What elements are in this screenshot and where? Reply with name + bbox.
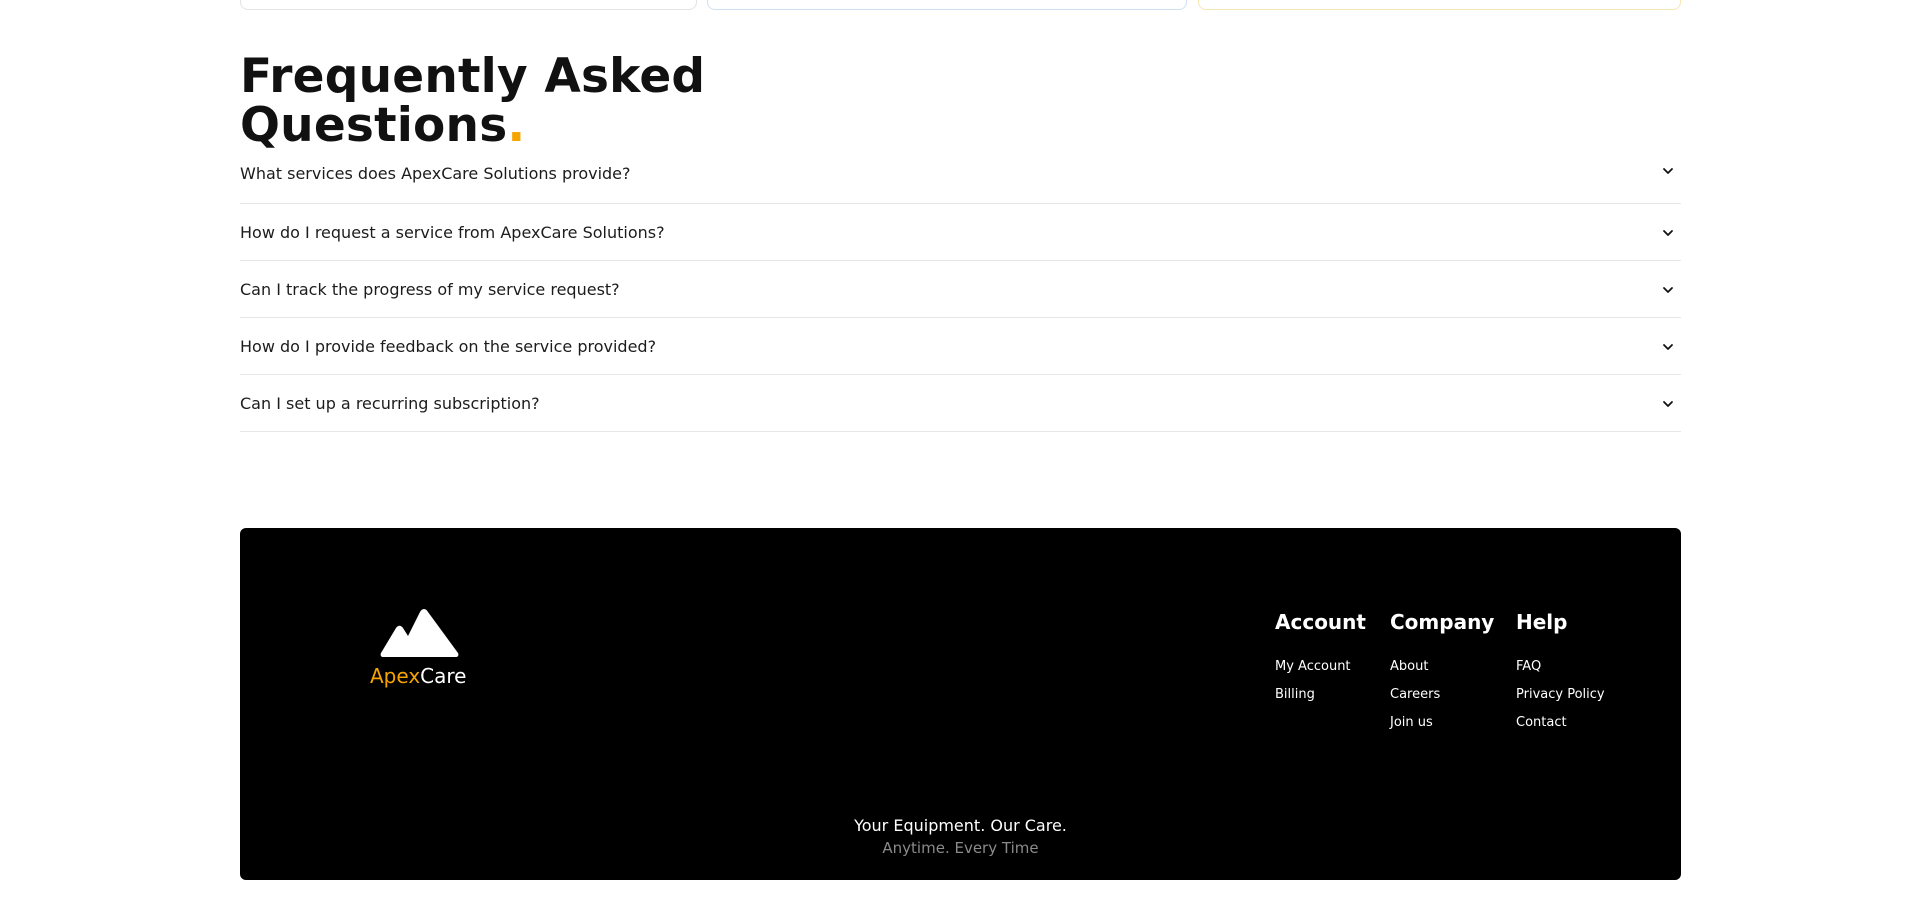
faq-accordion: What services does ApexCare Solutions pr… [240, 147, 1681, 432]
chevron-down-icon [1661, 340, 1675, 354]
chevron-down-icon [1661, 226, 1675, 240]
footer-link-privacy-policy[interactable]: Privacy Policy [1516, 681, 1605, 709]
chevron-down-icon [1661, 283, 1675, 297]
service-card[interactable] [1198, 0, 1681, 10]
tagline-main: Your Equipment. Our Care. [854, 816, 1067, 835]
footer-link-careers[interactable]: Careers [1390, 681, 1494, 709]
faq-heading-dot: . [507, 98, 526, 153]
chevron-down-icon [1661, 397, 1675, 411]
faq-question: Can I track the progress of my service r… [240, 280, 620, 299]
footer-column-help: Help FAQ Privacy Policy Contact [1516, 610, 1605, 737]
mountain-logo-icon [380, 609, 459, 657]
service-card[interactable] [707, 0, 1187, 10]
logo-apex-text: Apex [370, 664, 421, 688]
site-footer: ApexCare Account My Account Billing Comp… [240, 528, 1681, 880]
faq-question: What services does ApexCare Solutions pr… [240, 164, 631, 183]
footer-column-title: Account [1275, 610, 1366, 634]
logo-wordmark: ApexCare [370, 664, 466, 688]
faq-item[interactable]: Can I set up a recurring subscription? [240, 375, 1681, 432]
footer-link-about[interactable]: About [1390, 653, 1494, 681]
tagline-sub: Anytime. Every Time [882, 839, 1039, 857]
logo-care-text: Care [420, 664, 467, 688]
footer-column-company: Company About Careers Join us [1390, 610, 1494, 737]
footer-column-title: Help [1516, 610, 1568, 634]
footer-link-faq[interactable]: FAQ [1516, 653, 1605, 681]
faq-question: Can I set up a recurring subscription? [240, 394, 540, 413]
faq-question: How do I provide feedback on the service… [240, 337, 657, 356]
faq-item[interactable]: What services does ApexCare Solutions pr… [240, 147, 1681, 204]
faq-heading-line2: Questions [240, 98, 508, 153]
faq-heading: Frequently Asked Questions. [240, 52, 940, 150]
faq-question: How do I request a service from ApexCare… [240, 223, 665, 242]
faq-item[interactable]: How do I provide feedback on the service… [240, 318, 1681, 375]
footer-logo[interactable]: ApexCare [370, 606, 470, 696]
service-cards-row [240, 0, 1681, 11]
faq-heading-line1: Frequently Asked [240, 49, 706, 104]
footer-tagline: Your Equipment. Our Care. Anytime. Every… [240, 814, 1681, 860]
footer-link-join-us[interactable]: Join us [1390, 709, 1494, 737]
faq-item[interactable]: How do I request a service from ApexCare… [240, 204, 1681, 261]
chevron-down-icon [1661, 164, 1675, 178]
footer-column-title: Company [1390, 610, 1495, 634]
footer-link-contact[interactable]: Contact [1516, 709, 1605, 737]
footer-column-account: Account My Account Billing [1275, 610, 1366, 709]
faq-item[interactable]: Can I track the progress of my service r… [240, 261, 1681, 318]
footer-link-my-account[interactable]: My Account [1275, 653, 1366, 681]
footer-link-billing[interactable]: Billing [1275, 681, 1366, 709]
service-card[interactable] [240, 0, 697, 10]
